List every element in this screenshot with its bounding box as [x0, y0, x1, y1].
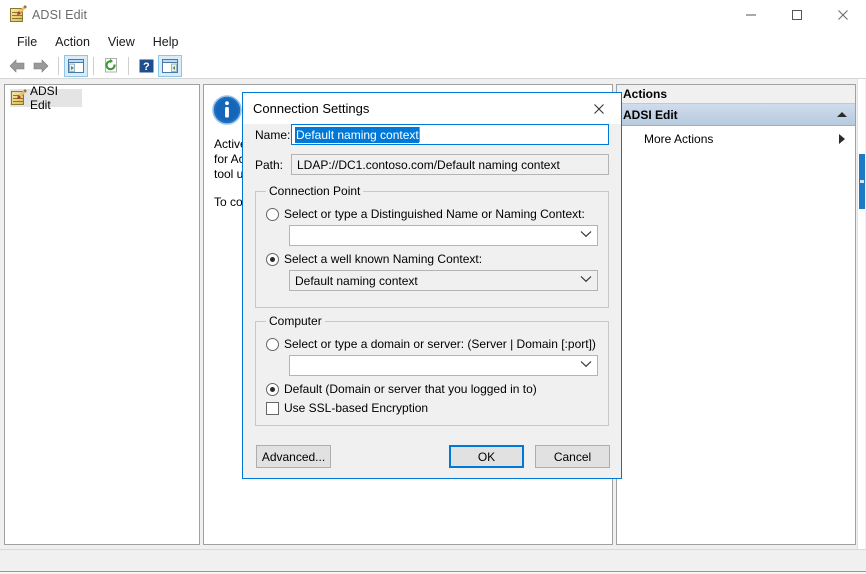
dialog-body: Name: Default naming context Path: LDAP:… [243, 124, 621, 426]
connection-point-legend: Connection Point [269, 184, 361, 198]
help-icon[interactable]: ? [134, 55, 158, 77]
menu-item-action[interactable]: Action [46, 33, 99, 51]
adsi-edit-window: ADSI Edit File Action View Help ? ADSI E… [0, 0, 866, 574]
window-controls [728, 0, 866, 30]
show-hide-action-pane-icon[interactable] [158, 54, 182, 77]
well-known-combobox-value: Default naming context [295, 273, 418, 288]
menu-bar: File Action View Help [0, 30, 866, 53]
checkbox-icon[interactable] [266, 401, 279, 415]
chevron-down-icon[interactable] [580, 230, 592, 241]
radio-button-icon[interactable] [266, 252, 279, 266]
dialog-title: Connection Settings [253, 101, 370, 116]
distinguished-name-combobox[interactable] [289, 225, 598, 246]
console-tree-pane: ADSI Edit [4, 84, 200, 545]
chevron-down-icon[interactable] [580, 360, 592, 371]
adsi-edit-icon [9, 5, 27, 23]
path-input: LDAP://DC1.contoso.com/Default naming co… [291, 154, 609, 175]
menu-item-view[interactable]: View [99, 33, 144, 51]
caret-up-icon[interactable] [837, 112, 847, 117]
minimize-button[interactable] [728, 0, 774, 30]
actions-pane: Actions ADSI Edit More Actions [616, 84, 856, 545]
name-field-row: Name: Default naming context [255, 124, 609, 145]
toolbar-separator [93, 56, 94, 75]
dialog-buttons: Advanced... OK Cancel [243, 445, 623, 468]
close-button[interactable] [820, 0, 866, 30]
refresh-icon[interactable] [99, 55, 123, 77]
name-input-value: Default naming context [295, 126, 419, 143]
domain-or-server-combobox[interactable] [289, 355, 598, 376]
radio-select-domain-or-server[interactable]: Select or type a domain or server: (Serv… [266, 337, 598, 351]
radio-select-domain-label: Select or type a domain or server: (Serv… [284, 337, 596, 351]
toolbar-separator [128, 56, 129, 75]
chevron-down-icon[interactable] [580, 275, 592, 286]
show-hide-console-tree-icon[interactable] [64, 54, 88, 77]
maximize-button[interactable] [774, 0, 820, 30]
actions-group-label: ADSI Edit [623, 107, 678, 122]
advanced-button[interactable]: Advanced... [256, 445, 331, 468]
window-title-bar: ADSI Edit [0, 0, 866, 30]
name-input[interactable]: Default naming context [291, 124, 609, 145]
connection-settings-dialog: Connection Settings Name: Default naming… [242, 92, 622, 479]
path-label: Path: [255, 157, 284, 172]
toolbar: ? [0, 53, 866, 79]
status-bar [0, 549, 866, 571]
radio-button-icon[interactable] [266, 382, 279, 396]
back-arrow-icon[interactable] [5, 55, 29, 77]
radio-well-known-label: Select a well known Naming Context: [284, 252, 483, 266]
svg-text:?: ? [143, 61, 150, 73]
caret-right-icon [839, 134, 845, 144]
info-icon [212, 95, 242, 125]
radio-distinguished-name[interactable]: Select or type a Distinguished Name or N… [266, 207, 598, 221]
tree-item-label: ADSI Edit [30, 84, 59, 112]
actions-item-label: More Actions [644, 132, 714, 146]
forward-arrow-icon[interactable] [29, 55, 53, 77]
radio-distinguished-name-label: Select or type a Distinguished Name or N… [284, 207, 585, 221]
radio-button-icon[interactable] [266, 337, 279, 351]
computer-legend: Computer [269, 314, 322, 328]
adsi-edit-icon [10, 89, 27, 106]
path-field-row: Path: LDAP://DC1.contoso.com/Default nam… [255, 154, 609, 175]
text-caret [418, 127, 420, 142]
well-known-naming-context-combobox[interactable]: Default naming context [289, 270, 598, 291]
radio-well-known-naming-context[interactable]: Select a well known Naming Context: [266, 252, 598, 266]
actions-item-more-actions[interactable]: More Actions [617, 128, 855, 150]
dialog-title-bar: Connection Settings [243, 93, 621, 124]
radio-default-domain-label: Default (Domain or server that you logge… [284, 382, 537, 396]
close-icon[interactable] [576, 94, 621, 124]
connection-point-group: Connection Point Select or type a Distin… [255, 184, 609, 308]
vertical-scrollbar[interactable] [857, 79, 865, 549]
menu-item-file[interactable]: File [8, 33, 46, 51]
tree-item-adsi-edit[interactable]: ADSI Edit [10, 85, 82, 112]
actions-group-adsi-edit[interactable]: ADSI Edit [617, 104, 855, 126]
ssl-checkbox-row[interactable]: Use SSL-based Encryption [266, 401, 598, 415]
toolbar-separator [58, 56, 59, 75]
computer-group: Computer Select or type a domain or serv… [255, 314, 609, 426]
radio-button-icon[interactable] [266, 207, 279, 221]
menu-item-help[interactable]: Help [144, 33, 188, 51]
ok-button[interactable]: OK [449, 445, 524, 468]
ssl-checkbox-label: Use SSL-based Encryption [284, 401, 429, 415]
actions-pane-header: Actions [617, 85, 855, 104]
radio-default-domain[interactable]: Default (Domain or server that you logge… [266, 382, 598, 396]
cancel-button[interactable]: Cancel [535, 445, 610, 468]
window-title: ADSI Edit [32, 8, 88, 22]
name-label: Name: [255, 127, 291, 142]
scrollbar-thumb[interactable] [859, 154, 865, 209]
